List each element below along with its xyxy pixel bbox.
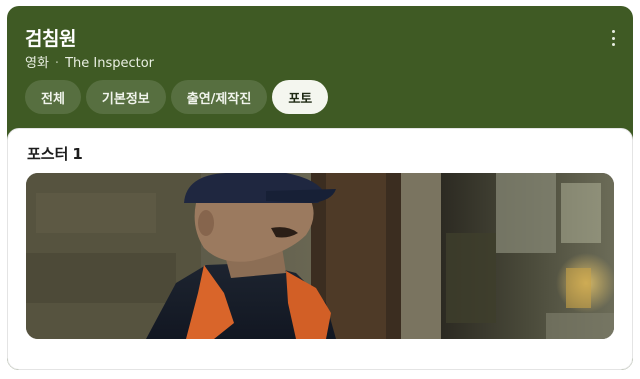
movie-header: 검침원 영화 · The Inspector 전체 기본정보 출연/제작진 포토 — [7, 6, 633, 138]
tab-cast-crew[interactable]: 출연/제작진 — [170, 80, 268, 114]
separator-dot: · — [54, 56, 60, 71]
section-count: 1 — [72, 145, 83, 163]
photo-panel: 포스터 1 — [7, 128, 633, 370]
movie-original-title: The Inspector — [65, 56, 155, 71]
tab-all[interactable]: 전체 — [25, 80, 81, 114]
more-vertical-icon[interactable] — [605, 28, 621, 48]
section-title-label: 포스터 — [27, 145, 69, 163]
section-title: 포스터 1 — [27, 143, 83, 164]
movie-title[interactable]: 검침원 — [25, 24, 76, 51]
tab-basic-info[interactable]: 기본정보 — [85, 80, 166, 114]
tab-bar: 전체 기본정보 출연/제작진 포토 — [25, 80, 329, 114]
tab-photo[interactable]: 포토 — [272, 80, 329, 114]
movie-card: 검침원 영화 · The Inspector 전체 기본정보 출연/제작진 포토 포… — [7, 6, 633, 370]
movie-category: 영화 — [25, 56, 49, 71]
movie-subtitle: 영화 · The Inspector — [25, 52, 154, 71]
poster-image[interactable] — [26, 173, 614, 339]
